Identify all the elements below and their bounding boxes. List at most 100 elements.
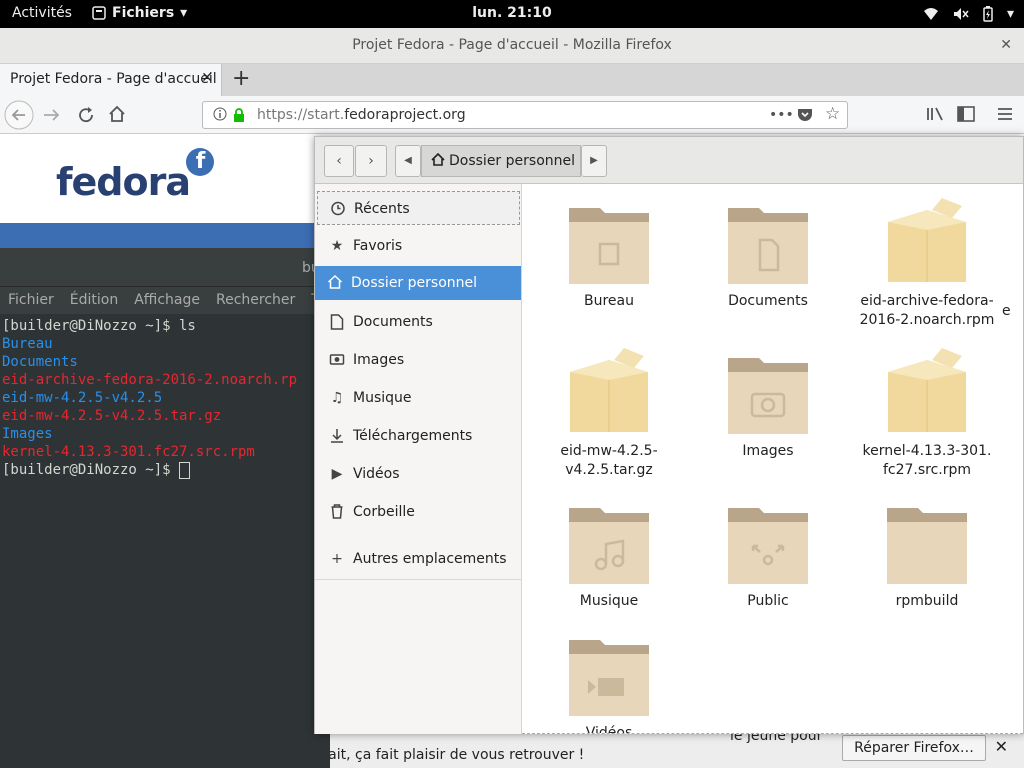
terminal-line: Documents bbox=[2, 354, 78, 370]
sidebar-item-images[interactable]: Images bbox=[317, 343, 520, 377]
path-bar-home[interactable]: Dossier personnel bbox=[421, 145, 581, 177]
terminal-titlebar: bu bbox=[0, 248, 330, 286]
folder-music-icon bbox=[569, 508, 649, 584]
new-tab-button[interactable]: + bbox=[232, 66, 250, 91]
url-text: https://start.fedoraproject.org bbox=[257, 107, 466, 123]
path-scroll-left-button[interactable]: ◀ bbox=[395, 145, 421, 177]
notification-close-icon[interactable]: ✕ bbox=[995, 737, 1008, 756]
bookmark-star-icon[interactable]: ☆ bbox=[825, 104, 840, 124]
file-item-eid-mw-tar[interactable]: eid-mw-4.2.5- v4.2.5.tar.gz bbox=[534, 346, 684, 480]
reload-button[interactable] bbox=[77, 106, 95, 124]
forward-button[interactable]: › bbox=[355, 145, 387, 177]
file-icon-view[interactable]: Bureau Documents eid-archive-fedora- 2016… bbox=[522, 184, 1023, 734]
sidebar-item-other-locations[interactable]: + Autres emplacements bbox=[317, 542, 520, 576]
tab-title: Projet Fedora - Page d'accueil bbox=[10, 71, 217, 87]
file-item-public[interactable]: Public bbox=[693, 504, 843, 611]
hamburger-menu-icon[interactable] bbox=[998, 107, 1012, 121]
chevron-right-icon: › bbox=[368, 153, 374, 169]
home-button[interactable] bbox=[108, 105, 126, 123]
folder-documents-icon bbox=[728, 208, 808, 284]
lock-icon[interactable] bbox=[233, 108, 245, 122]
file-item-rpmbuild[interactable]: rpmbuild bbox=[852, 504, 1002, 611]
system-tray[interactable]: ▾ bbox=[923, 6, 1014, 22]
sidebar-item-musique[interactable]: ♫ Musique bbox=[317, 381, 520, 415]
terminal-menu-affichage[interactable]: Affichage bbox=[134, 292, 200, 314]
file-item-videos[interactable]: Vidéos bbox=[534, 636, 684, 734]
clock[interactable]: lun. 21:10 bbox=[0, 5, 1024, 21]
pocket-icon[interactable] bbox=[797, 108, 813, 123]
library-icon[interactable] bbox=[926, 106, 944, 122]
terminal-line: Bureau bbox=[2, 336, 53, 352]
file-label-line: v4.2.5.tar.gz bbox=[565, 462, 653, 478]
folder-videos-icon bbox=[569, 640, 649, 716]
sidebar-item-videos[interactable]: ▶ Vidéos bbox=[317, 457, 520, 491]
download-icon bbox=[331, 429, 343, 443]
home-icon bbox=[431, 152, 445, 166]
sidebar-item-corbeille[interactable]: Corbeille bbox=[317, 495, 520, 529]
sidebar-item-favoris[interactable]: ★ Favoris bbox=[317, 229, 520, 263]
wifi-icon bbox=[923, 8, 938, 20]
tab-strip: Projet Fedora - Page d'accueil ✕ + bbox=[0, 64, 1024, 96]
fedora-infinity-icon: f bbox=[186, 148, 214, 176]
fedora-logo[interactable]: fedora f bbox=[56, 148, 214, 204]
file-label: Documents bbox=[728, 293, 808, 309]
star-icon: ★ bbox=[330, 238, 344, 254]
system-menu-chevron-icon: ▾ bbox=[1006, 6, 1014, 22]
file-label-line: kernel-4.13.3-301. bbox=[862, 443, 992, 459]
terminal-prompt: [builder@DiNozzo ~]$ bbox=[2, 462, 180, 478]
home-icon bbox=[327, 275, 343, 289]
file-item-images[interactable]: Images bbox=[693, 354, 843, 461]
triangle-left-icon: ◀ bbox=[404, 155, 412, 166]
file-item-eid-archive[interactable]: eid-archive-fedora- 2016-2.noarch.rpm bbox=[852, 196, 1002, 330]
package-icon bbox=[888, 198, 966, 282]
file-item-kernel[interactable]: kernel-4.13.3-301. fc27.src.rpm bbox=[852, 346, 1002, 480]
path-bar-label: Dossier personnel bbox=[449, 153, 576, 169]
file-label: Bureau bbox=[584, 293, 634, 309]
terminal-line: eid-archive-fedora-2016-2.noarch.rp bbox=[2, 372, 298, 388]
tab-close-icon[interactable]: ✕ bbox=[201, 70, 213, 86]
terminal-menu-edition[interactable]: Édition bbox=[70, 292, 118, 314]
back-button[interactable] bbox=[4, 100, 34, 130]
file-label: Musique bbox=[579, 593, 639, 609]
fedora-logo-text: fedora bbox=[56, 160, 191, 204]
file-item-documents[interactable]: Documents bbox=[693, 204, 843, 311]
page-actions-icon[interactable]: ••• bbox=[769, 107, 794, 123]
package-icon bbox=[570, 348, 648, 432]
sidebar-item-label: Musique bbox=[353, 390, 412, 406]
files-headerbar: ‹ › ◀ Dossier personnel ▶ bbox=[315, 137, 1023, 184]
sidebar-item-telechargements[interactable]: Téléchargements bbox=[317, 419, 520, 453]
sidebar-item-label: Favoris bbox=[353, 238, 403, 254]
gnome-top-bar: Activités Fichiers ▾ lun. 21:10 ▾ bbox=[0, 0, 1024, 28]
file-label: Images bbox=[742, 443, 794, 459]
url-bar[interactable]: https://start.fedoraproject.org ••• ☆ bbox=[202, 101, 848, 129]
file-item-musique[interactable]: Musique bbox=[534, 504, 684, 611]
path-scroll-right-button[interactable]: ▶ bbox=[581, 145, 607, 177]
folder-icon bbox=[887, 508, 967, 584]
sidebar-item-label: Téléchargements bbox=[353, 428, 473, 444]
back-button[interactable]: ‹ bbox=[324, 145, 354, 177]
file-label: kernel-4.13.3-301. fc27.src.rpm bbox=[852, 442, 1002, 480]
sidebar-item-label: Corbeille bbox=[353, 504, 415, 520]
sidebar-item-documents[interactable]: Documents bbox=[317, 305, 520, 339]
sidebar-item-home[interactable]: Dossier personnel bbox=[315, 266, 521, 300]
file-label: Vidéos bbox=[585, 725, 633, 734]
terminal-menubar: Fichier Édition Affichage Rechercher Te bbox=[0, 286, 330, 314]
close-icon[interactable]: ✕ bbox=[1000, 28, 1012, 63]
sidebar-item-recents[interactable]: Récents bbox=[317, 191, 520, 225]
terminal-menu-fichier[interactable]: Fichier bbox=[8, 292, 54, 314]
chevron-left-icon: ‹ bbox=[336, 153, 342, 169]
tab-fedora[interactable]: Projet Fedora - Page d'accueil ✕ bbox=[0, 64, 222, 96]
sidebar-item-label: Documents bbox=[353, 314, 433, 330]
file-item-bureau[interactable]: Bureau bbox=[534, 204, 684, 311]
forward-button[interactable] bbox=[42, 106, 62, 124]
terminal-output[interactable]: [builder@DiNozzo ~]$ ls Bureau Documents ei… bbox=[0, 314, 330, 479]
file-label: eid-archive-fedora- 2016-2.noarch.rpm bbox=[852, 292, 1002, 330]
file-item-offscreen[interactable]: e bbox=[1002, 296, 1023, 321]
places-sidebar: Récents ★ Favoris Dossier personnel Docu… bbox=[315, 184, 522, 734]
terminal-menu-rechercher[interactable]: Rechercher bbox=[216, 292, 295, 314]
sidebar-icon[interactable] bbox=[957, 106, 975, 122]
info-icon[interactable] bbox=[213, 107, 227, 121]
file-label: eid-mw-4.2.5- v4.2.5.tar.gz bbox=[534, 442, 684, 480]
url-domain: fedoraproject.org bbox=[344, 107, 466, 123]
repair-firefox-button[interactable]: Réparer Firefox… bbox=[842, 735, 986, 761]
